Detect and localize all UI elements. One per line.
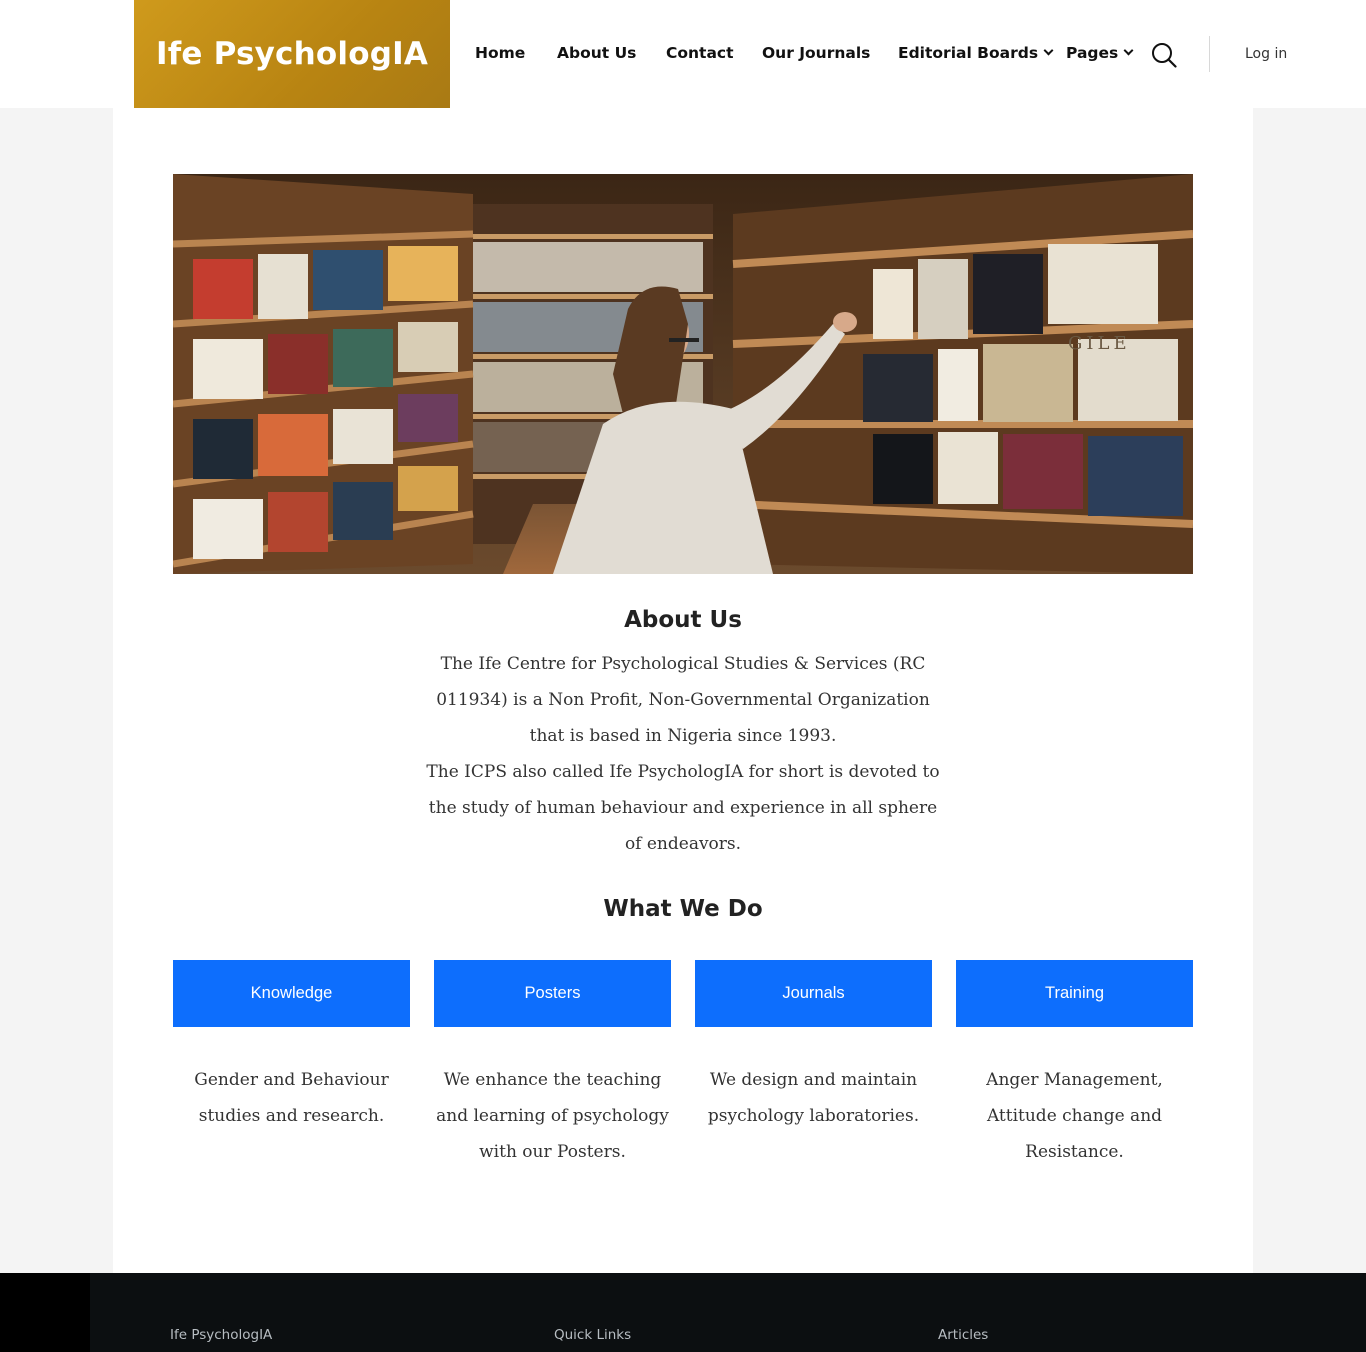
what-we-do-heading: What We Do bbox=[603, 896, 763, 922]
svg-text:GILE: GILE bbox=[1068, 333, 1131, 354]
search-button[interactable] bbox=[1151, 42, 1177, 68]
hero-image: GILE bbox=[173, 174, 1193, 574]
nav-item-home[interactable]: Home bbox=[475, 44, 525, 62]
login-link[interactable]: Log in bbox=[1245, 46, 1287, 62]
nav-item-about-us[interactable]: About Us bbox=[557, 44, 636, 62]
nav-item-our-journals[interactable]: Our Journals bbox=[762, 44, 870, 62]
main-content: GILE About Us The Ife Centre for Psychol… bbox=[113, 108, 1253, 1273]
journals-button[interactable]: Journals bbox=[695, 960, 932, 1027]
site-footer: Ife PsychologIA Quick Links Articles bbox=[90, 1273, 1366, 1352]
header-divider bbox=[1209, 36, 1210, 72]
site-header: Ife PsychologIA Home About Us Contact Ou… bbox=[0, 0, 1366, 108]
about-paragraph: The Ife Centre for Psychological Studies… bbox=[436, 654, 930, 746]
nav-item-pages[interactable]: Pages bbox=[1066, 44, 1134, 62]
about-paragraph: The ICPS also called Ife PsychologIA for… bbox=[426, 762, 940, 854]
site-logo-text: Ife PsychologIA bbox=[155, 36, 429, 72]
journals-description: We design and maintain psychology labora… bbox=[707, 1070, 920, 1126]
search-icon bbox=[1152, 43, 1177, 68]
nav-item-label: Editorial Boards bbox=[898, 44, 1039, 62]
nav-item-label: Contact bbox=[666, 44, 734, 62]
knowledge-button[interactable]: Knowledge bbox=[173, 960, 410, 1027]
knowledge-description: Gender and Behaviour studies and researc… bbox=[194, 1070, 389, 1126]
nav-item-editorial-boards[interactable]: Editorial Boards bbox=[898, 44, 1054, 62]
training-description: Anger Management, Attitude change and Re… bbox=[986, 1070, 1163, 1162]
chevron-down-icon bbox=[1123, 45, 1134, 56]
about-us-heading: About Us bbox=[624, 607, 742, 633]
nav-item-label: Our Journals bbox=[762, 44, 871, 62]
posters-description: We enhance the teaching and learning of … bbox=[436, 1070, 669, 1162]
footer-edge bbox=[0, 1273, 90, 1352]
nav-item-label: About Us bbox=[557, 44, 637, 62]
footer-quick-links-heading: Quick Links bbox=[554, 1327, 632, 1343]
about-us-text: The Ife Centre for Psychological Studies… bbox=[423, 646, 943, 862]
hero-photo-library-icon: GILE bbox=[173, 174, 1193, 574]
nav-item-label: Home bbox=[475, 44, 526, 62]
nav-item-contact[interactable]: Contact bbox=[666, 44, 734, 62]
training-button[interactable]: Training bbox=[956, 960, 1193, 1027]
footer-articles-heading: Articles bbox=[938, 1327, 989, 1343]
nav-item-label: Pages bbox=[1066, 44, 1119, 62]
site-logo[interactable]: Ife PsychologIA bbox=[134, 0, 450, 108]
footer-brand-heading: Ife PsychologIA bbox=[170, 1327, 273, 1343]
chevron-down-icon bbox=[1043, 45, 1054, 56]
posters-button[interactable]: Posters bbox=[434, 960, 671, 1027]
